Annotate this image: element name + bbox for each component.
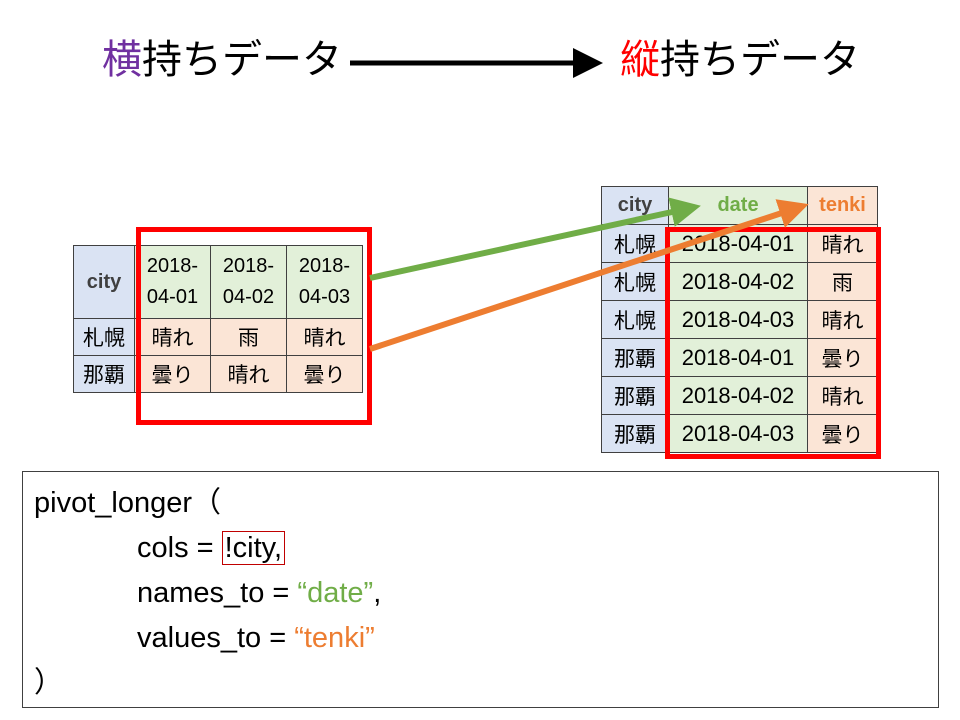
cols-label: cols =	[137, 532, 222, 564]
names-comma: ,	[373, 577, 382, 609]
values-value: tenki	[303, 622, 366, 654]
code-line-names: names_to = “date”,	[34, 571, 938, 616]
names-quote-open: “	[297, 577, 308, 609]
names-label: names_to =	[137, 577, 298, 609]
names-value: date	[307, 577, 364, 609]
cols-value: !city,	[221, 531, 286, 565]
values-to-arrow	[369, 199, 809, 352]
names-quote-close: ”	[363, 577, 374, 609]
code-line-function: pivot_longer（	[34, 487, 221, 519]
code-line-values: values_to = “tenki”	[34, 616, 938, 661]
code-box: pivot_longer（ cols = !city, names_to = “…	[22, 471, 939, 708]
values-label: values_to =	[137, 622, 295, 654]
names-to-arrow	[369, 197, 701, 281]
values-quote-open: “	[294, 622, 304, 654]
values-quote-close: ”	[365, 622, 375, 654]
code-line-close: ）	[34, 667, 64, 699]
code-line-cols: cols = !city,	[34, 526, 938, 571]
